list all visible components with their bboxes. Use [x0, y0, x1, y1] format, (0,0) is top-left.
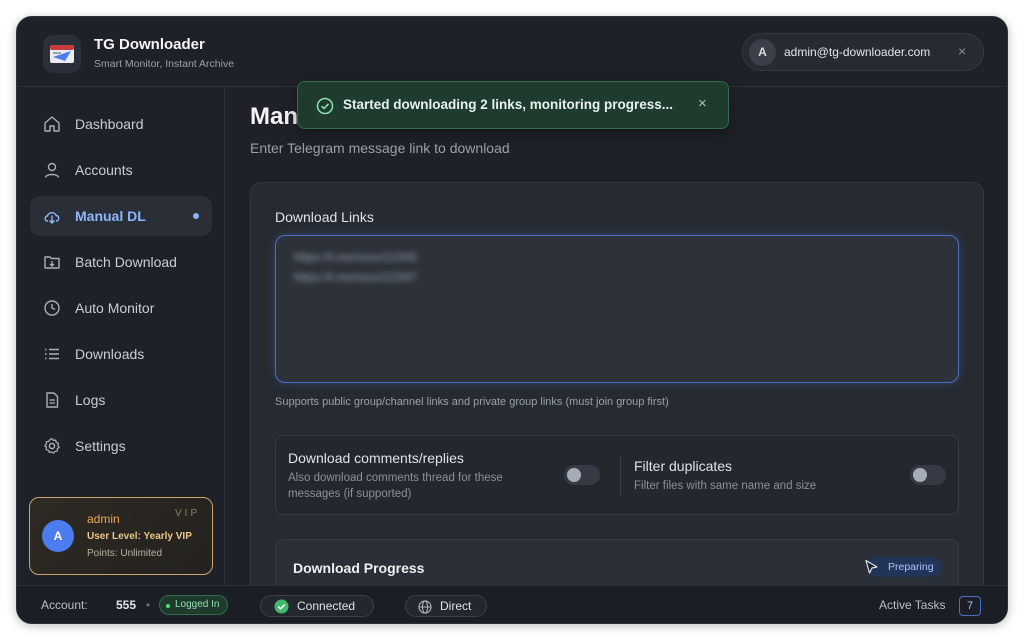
logged-in-badge: Logged In — [159, 595, 228, 615]
direct-label: Direct — [440, 599, 472, 613]
user-email: admin@tg-downloader.com — [784, 45, 931, 59]
sidebar-item-logs[interactable]: Logs — [30, 380, 212, 420]
links-help-text: Supports public group/channel links and … — [275, 396, 669, 408]
vip-tag: VIP — [175, 508, 201, 519]
sidebar-item-label: Settings — [75, 438, 126, 454]
vip-username: admin — [87, 512, 120, 526]
options-divider — [620, 456, 621, 496]
active-tasks-label: Active Tasks — [879, 598, 946, 612]
vip-points: Points: Unlimited — [87, 548, 163, 559]
check-circle-icon — [316, 97, 334, 115]
account-label: Account: — [41, 598, 88, 612]
user-account-chip[interactable]: A admin@tg-downloader.com × — [742, 33, 984, 71]
sidebar-item-label: Logs — [75, 392, 106, 408]
user-icon — [44, 162, 60, 178]
download-panel: Download Links https://t.me/xxxx/12345 h… — [250, 182, 984, 585]
sidebar-item-settings[interactable]: Settings — [30, 426, 212, 466]
globe-icon — [418, 600, 432, 614]
sidebar-item-label: Manual DL — [75, 208, 146, 224]
sidebar-item-downloads[interactable]: Downloads — [30, 334, 212, 374]
home-icon — [44, 116, 60, 132]
connected-check-icon — [274, 599, 289, 614]
active-tasks-count[interactable]: 7 — [959, 596, 981, 616]
user-avatar: A — [749, 39, 776, 66]
cloud-download-icon — [44, 212, 60, 224]
comments-option-desc: Also download comments thread for these … — [288, 472, 503, 500]
progress-status-text: Preparing — [888, 561, 934, 573]
connection-status[interactable]: Connected — [260, 595, 374, 617]
dedupe-option-desc: Filter files with same name and size — [634, 480, 817, 492]
sidebar-item-auto-monitor[interactable]: Auto Monitor — [30, 288, 212, 328]
download-progress-title: Download Progress — [293, 560, 425, 576]
link-line: https://t.me/xxxx/12345 — [294, 250, 418, 264]
sidebar-item-label: Batch Download — [75, 254, 177, 270]
toast-message: Started downloading 2 links, monitoring … — [343, 97, 674, 112]
sidebar: Dashboard Accounts Manual DL Batch Downl… — [17, 87, 225, 585]
sidebar-item-label: Accounts — [75, 162, 133, 178]
sidebar-item-manual-dl[interactable]: Manual DL — [30, 196, 212, 236]
link-line: https://t.me/xxxx/12347 — [294, 270, 418, 284]
page-title: Man — [250, 103, 298, 130]
app-header: TG Downloader Smart Monitor, Instant Arc… — [17, 17, 1007, 87]
vip-user-level: User Level: Yearly VIP — [87, 531, 192, 542]
gear-icon — [44, 437, 60, 454]
proxy-mode-status[interactable]: Direct — [405, 595, 487, 617]
toggle-knob — [567, 468, 581, 482]
dedupe-toggle[interactable] — [910, 465, 946, 485]
app-subtitle: Smart Monitor, Instant Archive — [94, 58, 235, 70]
comments-toggle[interactable] — [564, 465, 600, 485]
clock-icon — [44, 300, 60, 316]
logout-close-icon[interactable]: × — [958, 43, 966, 59]
main-content: Man Enter Telegram message link to downl… — [225, 87, 1007, 585]
app-title: TG Downloader — [94, 36, 205, 53]
download-progress-card: Download Progress Preparing — [275, 539, 959, 585]
download-links-label: Download Links — [275, 209, 374, 225]
app-logo — [43, 35, 81, 73]
sidebar-item-label: Auto Monitor — [75, 300, 155, 316]
vip-avatar: A — [42, 520, 74, 552]
active-indicator-dot — [193, 213, 199, 219]
download-links-input[interactable]: https://t.me/xxxx/12345 https://t.me/xxx… — [275, 235, 959, 383]
sidebar-item-label: Downloads — [75, 346, 145, 362]
sidebar-item-dashboard[interactable]: Dashboard — [30, 104, 212, 144]
cursor-arrow-icon — [865, 559, 878, 574]
app-window: TG Downloader Smart Monitor, Instant Arc… — [16, 16, 1008, 624]
status-bar: Account: 555 • Logged In Connected Direc… — [17, 585, 1007, 623]
account-value: 555 — [116, 598, 137, 612]
sidebar-item-batch-download[interactable]: Batch Download — [30, 242, 212, 282]
success-toast: Started downloading 2 links, monitoring … — [297, 81, 729, 129]
separator-dot: • — [146, 598, 151, 612]
toggle-knob — [913, 468, 927, 482]
page-description: Enter Telegram message link to download — [250, 140, 510, 156]
sidebar-item-label: Dashboard — [75, 116, 144, 132]
comments-option-title: Download comments/replies — [288, 450, 464, 466]
list-icon — [44, 348, 59, 360]
vip-user-card[interactable]: A admin User Level: Yearly VIP Points: U… — [29, 497, 213, 575]
connected-label: Connected — [297, 599, 356, 613]
sidebar-item-accounts[interactable]: Accounts — [30, 150, 212, 190]
download-options: Download comments/replies Also download … — [275, 435, 959, 515]
document-icon — [46, 392, 59, 408]
folder-download-icon — [44, 256, 60, 269]
dedupe-option-title: Filter duplicates — [634, 458, 733, 474]
progress-status-badge: Preparing — [865, 557, 942, 577]
toast-close-icon[interactable]: × — [698, 95, 707, 112]
